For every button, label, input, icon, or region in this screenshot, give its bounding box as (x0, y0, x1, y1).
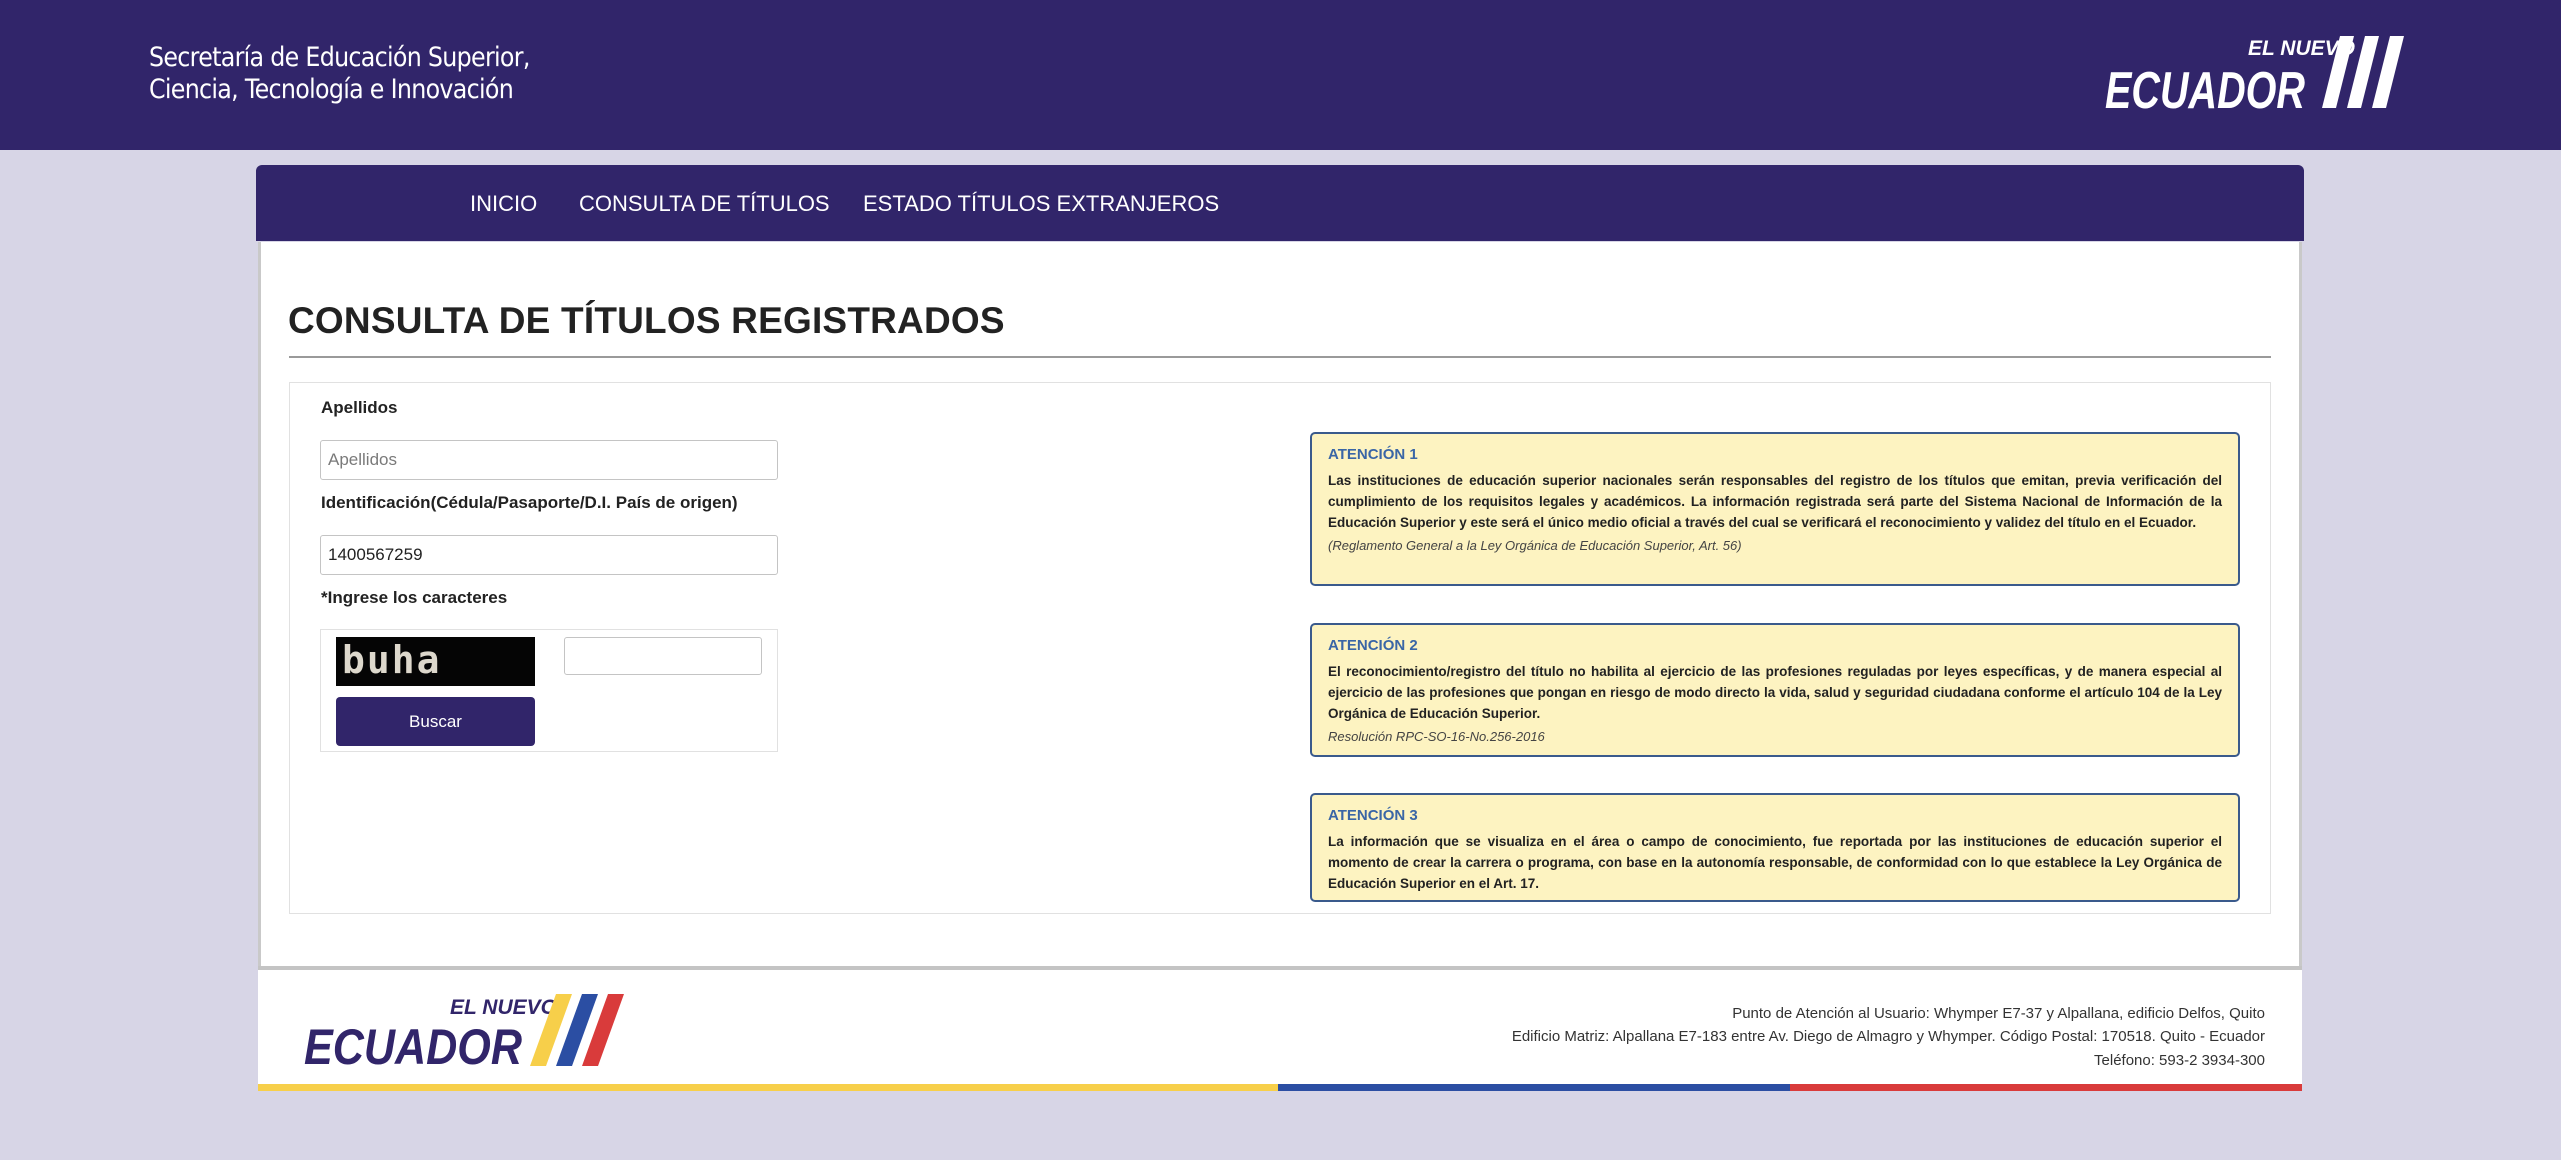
identificacion-input[interactable] (320, 535, 778, 575)
ministry-line-1: Secretaría de Educación Superior, (149, 42, 530, 73)
captcha-image: buha (336, 637, 535, 686)
title-divider (289, 356, 2271, 358)
flag-stripe-yellow (258, 1084, 1278, 1091)
ministry-line-2: Ciencia, Tecnología e Innovación (149, 74, 514, 105)
apellidos-label: Apellidos (321, 398, 398, 417)
nav-item-estado-titulos-extranjeros[interactable]: ESTADO TÍTULOS EXTRANJEROS (863, 191, 1219, 217)
alert-title: ATENCIÓN 2 (1328, 637, 1418, 654)
buscar-button[interactable]: Buscar (336, 697, 535, 746)
logo-stripe-3 (2372, 36, 2404, 108)
footer-el-nuevo-ecuador-logo: EL NUEVO ECUADOR (304, 994, 624, 1070)
nav-item-inicio[interactable]: INICIO (470, 191, 537, 217)
logo-big-text: ECUADOR (2105, 62, 2305, 120)
flag-stripe-blue (1278, 1084, 1790, 1091)
page-title: CONSULTA DE TÍTULOS REGISTRADOS (288, 300, 1005, 341)
el-nuevo-ecuador-logo: EL NUEVO ECUADOR (2105, 36, 2404, 120)
flag-stripe-red (1790, 1084, 2302, 1091)
footer-phone: Teléfono: 593-2 3934-300 (2094, 1052, 2265, 1069)
captcha-label-text: Ingrese los caracteres (327, 588, 508, 607)
footer-address-main: Edificio Matriz: Alpallana E7-183 entre … (1511, 1028, 2265, 1045)
required-mark: * (321, 588, 328, 607)
alert-note: Resolución RPC-SO-16-No.256-2016 (1328, 729, 1545, 744)
alert-title: ATENCIÓN 1 (1328, 446, 1418, 463)
top-header: Secretaría de Educación Superior, Cienci… (0, 0, 2561, 150)
ministry-name: Secretaría de Educación Superior, Cienci… (149, 42, 530, 106)
alert-title: ATENCIÓN 3 (1328, 807, 1418, 824)
captcha-label: *Ingrese los caracteres (321, 588, 507, 608)
alert-body: La información que se visualiza en el ár… (1328, 834, 2222, 891)
apellidos-input[interactable] (320, 440, 778, 480)
captcha-input[interactable] (564, 637, 762, 675)
alert-atencion-3: ATENCIÓN 3 La información que se visuali… (1310, 793, 2240, 902)
alert-body: El reconocimiento/registro del título no… (1328, 664, 2222, 721)
footer-address-attention: Punto de Atención al Usuario: Whymper E7… (1732, 1005, 2265, 1022)
alert-atencion-1: ATENCIÓN 1 Las instituciones de educació… (1310, 432, 2240, 586)
main-nav: INICIO CONSULTA DE TÍTULOS ESTADO TÍTULO… (256, 165, 2304, 241)
alert-body: Las instituciones de educación superior … (1328, 473, 2222, 530)
nav-item-consulta-titulos[interactable]: CONSULTA DE TÍTULOS (579, 191, 830, 217)
identificacion-label: Identificación(Cédula/Pasaporte/D.I. Paí… (321, 493, 738, 512)
captcha-characters: buha (342, 638, 442, 682)
alert-atencion-2: ATENCIÓN 2 El reconocimiento/registro de… (1310, 623, 2240, 757)
alert-note: (Reglamento General a la Ley Orgánica de… (1328, 538, 1742, 553)
footer-logo-small-text: EL NUEVO (450, 996, 557, 1019)
footer-logo-big-text: ECUADOR (304, 1019, 522, 1070)
